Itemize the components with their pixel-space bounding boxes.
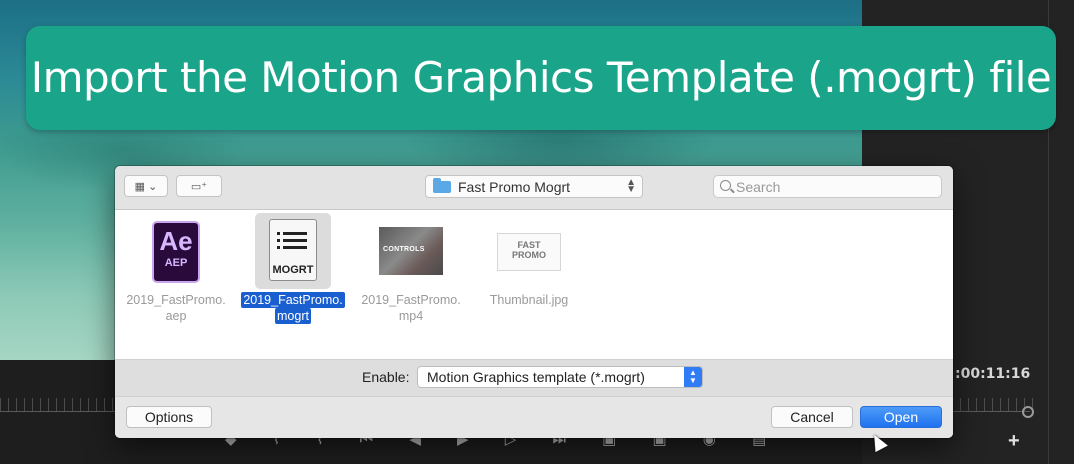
cancel-button[interactable]: Cancel — [771, 406, 853, 428]
file-item-aep[interactable]: Ae AEP 2019_FastPromo. aep — [121, 210, 231, 324]
search-icon — [720, 180, 731, 191]
file-type-value: Motion Graphics template (*.mogrt) — [427, 369, 645, 385]
location-dropdown[interactable]: Fast Promo Mogrt ▲ ▼ — [425, 175, 643, 198]
file-name-line1: Thumbnail.jpg — [489, 293, 569, 307]
thumb-text-2: PROMO — [511, 250, 546, 260]
file-name-line2: mp4 — [398, 309, 424, 323]
chevron-updown-icon: ▲ ▼ — [684, 367, 702, 387]
after-effects-file-icon: Ae AEP — [152, 221, 200, 283]
file-item-jpg[interactable]: FAST PROMO Thumbnail.jpg — [474, 210, 584, 308]
file-name: 2019_FastPromo. aep — [121, 292, 231, 324]
list-lines — [277, 232, 309, 253]
search-input[interactable] — [736, 178, 931, 195]
file-name-line2: mogrt — [275, 308, 311, 324]
dialog-footer: Options Cancel Open — [115, 397, 953, 438]
file-item-mogrt[interactable]: MOGRT 2019_FastPromo. mogrt — [238, 210, 348, 324]
image-thumbnail: FAST PROMO — [497, 233, 561, 271]
options-button[interactable]: Options — [126, 406, 212, 428]
file-name: 2019_FastPromo. mp4 — [356, 292, 466, 324]
file-name: Thumbnail.jpg — [474, 292, 584, 308]
file-name: 2019_FastPromo. mogrt — [238, 292, 348, 324]
thumb-text-1: FAST — [517, 240, 541, 250]
new-folder-icon: ▭⁺ — [190, 180, 208, 193]
ae-letters: Ae — [159, 226, 193, 256]
location-label: Fast Promo Mogrt — [458, 179, 571, 195]
file-type-select[interactable]: Motion Graphics template (*.mogrt) ▲ ▼ — [417, 366, 703, 388]
open-file-dialog: ▦ ⌄ ▭⁺ Fast Promo Mogrt ▲▼ Ae AEP 2019_F… — [115, 166, 953, 438]
dialog-toolbar: ▦ ⌄ ▭⁺ Fast Promo Mogrt ▲ ▼ — [115, 166, 953, 210]
aep-ext: AEP — [164, 257, 188, 269]
enable-bar: Enable: Motion Graphics template (*.mogr… — [115, 360, 953, 397]
new-folder-button[interactable]: ▭⁺ — [176, 175, 222, 197]
enable-label: Enable: — [362, 369, 410, 385]
mogrt-label: MOGRT — [272, 264, 314, 276]
video-caption: CONTROLS — [383, 246, 425, 253]
banner-title: Import the Motion Graphics Template (.mo… — [30, 53, 1052, 102]
mogrt-file-icon: MOGRT — [269, 219, 317, 281]
grid-view-icon: ▦ ⌄ — [134, 180, 158, 193]
view-mode-button[interactable]: ▦ ⌄ — [124, 175, 168, 197]
playhead-handle[interactable] — [1022, 406, 1034, 418]
file-name-line2: aep — [165, 309, 187, 323]
folder-icon — [433, 178, 451, 193]
search-box[interactable] — [713, 175, 942, 198]
file-thumbnail: Ae AEP — [138, 213, 214, 289]
instruction-banner: Import the Motion Graphics Template (.mo… — [26, 26, 1056, 130]
file-item-mp4[interactable]: CONTROLS 2019_FastPromo. mp4 — [356, 210, 466, 324]
file-thumbnail: MOGRT — [255, 213, 331, 289]
timecode: :00:11:16 — [955, 366, 1031, 382]
add-icon[interactable]: + — [1008, 430, 1020, 453]
file-name-line1: 2019_FastPromo. — [241, 292, 345, 308]
file-thumbnail: CONTROLS — [373, 213, 449, 289]
file-thumbnail: FAST PROMO — [491, 213, 567, 289]
chevron-updown-icon: ▲ ▼ — [626, 177, 636, 195]
file-name-line1: 2019_FastPromo. — [126, 293, 226, 307]
open-button[interactable]: Open — [860, 406, 942, 428]
file-browser: Ae AEP 2019_FastPromo. aep MOGRT 2019_Fa… — [115, 210, 953, 360]
file-name-line1: 2019_FastPromo. — [361, 293, 461, 307]
video-thumbnail: CONTROLS — [379, 227, 443, 275]
